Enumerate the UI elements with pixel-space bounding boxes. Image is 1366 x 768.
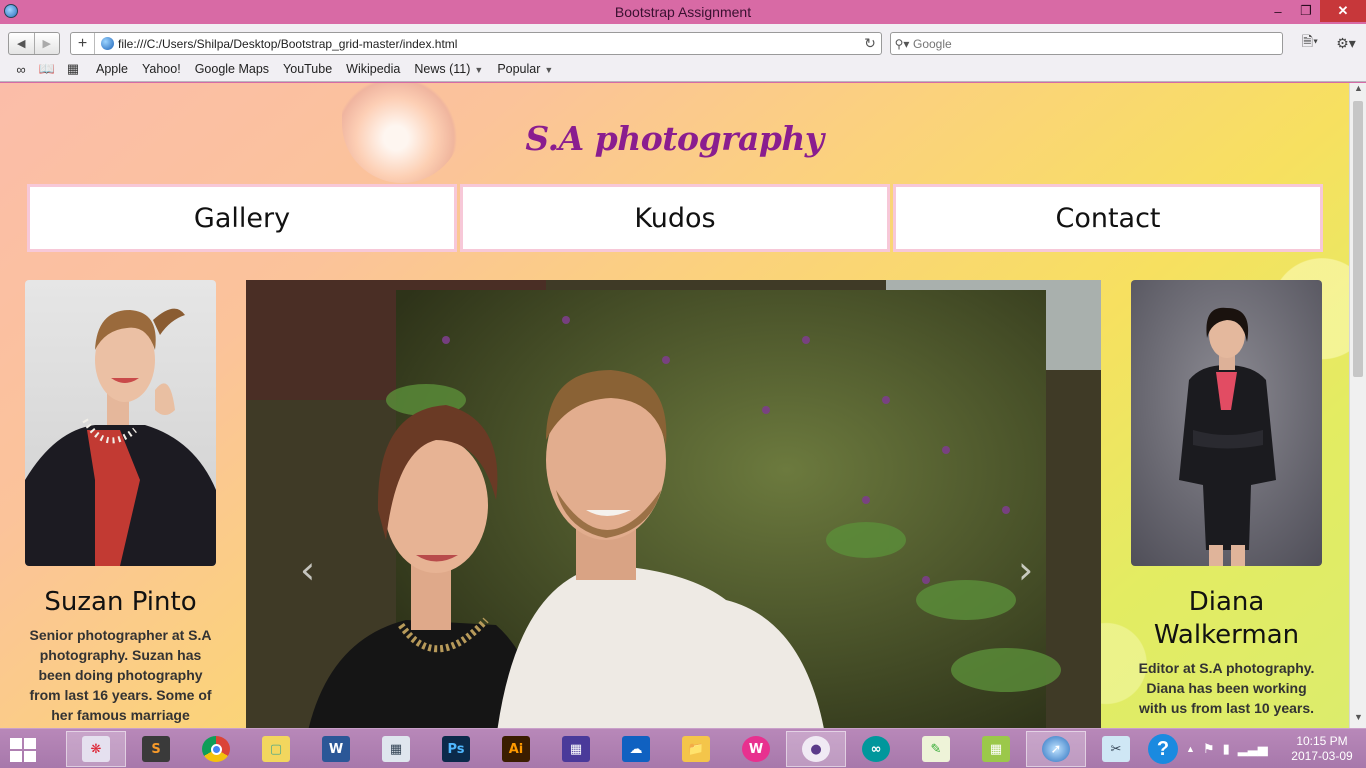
snipping-icon[interactable]: ✂ <box>1086 731 1146 767</box>
bookmark-popular-label: Popular <box>497 62 541 76</box>
bookmark-youtube[interactable]: YouTube <box>283 62 332 76</box>
clock-time: 10:15 PM <box>1296 734 1348 748</box>
minimize-icon[interactable]: – <box>1264 0 1292 22</box>
carousel-prev-icon[interactable]: ‹ <box>300 548 315 592</box>
taskbar-apps: ❋ S ▢ W ▦ Ps Ai ▦ ☁ 📁 W ● ∞ ✎ ▦ ➚ ✂ <box>66 731 1146 767</box>
close-icon[interactable]: ✕ <box>1320 0 1366 22</box>
bookmark-wikipedia[interactable]: Wikipedia <box>346 62 400 76</box>
nav-kudos[interactable]: Kudos <box>460 184 890 252</box>
address-bar[interactable]: + file:///C:/Users/Shilpa/Desktop/Bootst… <box>70 32 882 55</box>
sublime-text-icon[interactable]: S <box>126 731 186 767</box>
clock[interactable]: 10:15 PM 2017-03-09 <box>1284 734 1360 764</box>
profile-name: Diana Walkerman <box>1153 587 1300 650</box>
site-nav: Gallery Kudos Contact <box>27 184 1323 252</box>
help-icon[interactable]: ? <box>1148 734 1178 764</box>
bookmarks-book-icon[interactable]: 📖 <box>34 61 60 77</box>
carousel-next-icon[interactable]: › <box>1018 548 1033 592</box>
bookmark-google-maps[interactable]: Google Maps <box>195 62 269 76</box>
battery-icon[interactable]: ▮ <box>1223 741 1230 757</box>
notepad-icon[interactable]: ✎ <box>906 731 966 767</box>
nav-gallery[interactable]: Gallery <box>27 184 457 252</box>
chevron-down-icon: ▼ <box>544 65 554 75</box>
paint-icon[interactable]: ❋ <box>66 731 126 767</box>
chevron-down-icon: ▼ <box>474 65 484 75</box>
nav-contact[interactable]: Contact <box>893 184 1323 252</box>
page-viewport: S.A photography Gallery Kudos Contact Su… <box>0 83 1349 728</box>
github-icon[interactable]: ● <box>786 731 846 767</box>
profile-suzan: Suzan Pinto Senior photographer at S.A p… <box>25 280 216 725</box>
calculator-icon[interactable]: ▦ <box>366 731 426 767</box>
search-input[interactable] <box>913 36 1282 51</box>
reload-icon[interactable]: ↻ <box>859 35 881 52</box>
project-icon[interactable]: ▦ <box>966 731 1026 767</box>
calendar-icon[interactable]: ▦ <box>546 731 606 767</box>
arduino-icon[interactable]: ∞ <box>846 731 906 767</box>
scroll-thumb[interactable] <box>1353 101 1363 377</box>
windows-start-icon[interactable] <box>10 738 38 762</box>
bookmark-yahoo[interactable]: Yahoo! <box>142 62 181 76</box>
photo-diana <box>1131 280 1322 566</box>
history-buttons: ◀ ▶ <box>8 32 60 55</box>
search-bar[interactable]: ⚲▾ <box>890 32 1283 55</box>
profile-bio: Editor at S.A photography. Diana has bee… <box>1138 660 1315 716</box>
system-tray: ? ▲ ⚑ ▮ ▂▃▅ <box>1148 731 1268 767</box>
browser-toolbar: ◀ ▶ + file:///C:/Users/Shilpa/Desktop/Bo… <box>0 24 1366 82</box>
profile-diana: Diana Walkerman Editor at S.A photograph… <box>1131 280 1322 718</box>
top-sites-grid-icon[interactable]: ▦ <box>60 61 86 77</box>
restore-icon[interactable]: ❐ <box>1292 0 1320 22</box>
url-field[interactable]: file:///C:/Users/Shilpa/Desktop/Bootstra… <box>118 37 859 51</box>
gear-icon[interactable]: ⚙▾ <box>1332 32 1360 54</box>
safari-icon[interactable] <box>4 4 18 18</box>
bookmark-news[interactable]: News (11) ▼ <box>414 62 483 76</box>
scroll-up-icon[interactable]: ▲ <box>1350 83 1366 99</box>
bookmark-popular[interactable]: Popular ▼ <box>497 62 553 76</box>
webstorm-icon[interactable]: W <box>726 731 786 767</box>
toolbar-right: 🗎▾ ⚙▾ <box>1296 32 1360 54</box>
profile-bio: Senior photographer at S.A photography. … <box>29 627 212 723</box>
word-icon[interactable]: W <box>306 731 366 767</box>
illustrator-icon[interactable]: Ai <box>486 731 546 767</box>
back-icon[interactable]: ◀ <box>9 33 34 54</box>
bookmark-news-label: News (11) <box>414 62 471 76</box>
chevron-up-icon[interactable]: ▲ <box>1186 744 1195 754</box>
window-controls: – ❐ ✕ <box>1264 0 1366 22</box>
add-bookmark-icon[interactable]: + <box>71 33 95 54</box>
folder-icon[interactable]: 📁 <box>666 731 726 767</box>
photo-carousel[interactable]: ‹ › <box>246 280 1101 728</box>
photo-suzan <box>25 280 216 566</box>
chrome-icon[interactable] <box>186 731 246 767</box>
bookmark-apple[interactable]: Apple <box>96 62 128 76</box>
profile-name: Suzan Pinto <box>44 587 197 617</box>
forward-icon[interactable]: ▶ <box>33 33 60 54</box>
flag-icon[interactable]: ⚑ <box>1203 741 1215 757</box>
clock-date: 2017-03-09 <box>1291 749 1353 763</box>
globe-icon <box>101 37 114 50</box>
bookmarks-bar: ∞ 📖 ▦ Apple Yahoo! Google Maps YouTube W… <box>8 60 567 78</box>
reading-list-icon[interactable]: ∞ <box>8 62 34 77</box>
scroll-down-icon[interactable]: ▼ <box>1350 712 1366 728</box>
window-title-bar: Bootstrap Assignment – ❐ ✕ <box>0 0 1366 24</box>
photoshop-icon[interactable]: Ps <box>426 731 486 767</box>
vertical-scrollbar[interactable]: ▲ ▼ <box>1349 83 1366 728</box>
onedrive-icon[interactable]: ☁ <box>606 731 666 767</box>
taskbar: ❋ S ▢ W ▦ Ps Ai ▦ ☁ 📁 W ● ∞ ✎ ▦ ➚ ✂ ? ▲ … <box>0 728 1366 768</box>
window-title: Bootstrap Assignment <box>614 4 752 20</box>
signal-icon[interactable]: ▂▃▅ <box>1238 741 1268 757</box>
file-manager-icon[interactable]: ▢ <box>246 731 306 767</box>
search-icon: ⚲▾ <box>894 36 910 51</box>
page-menu-icon[interactable]: 🗎▾ <box>1296 32 1324 54</box>
site-title: S.A photography <box>525 119 824 158</box>
safari-icon[interactable]: ➚ <box>1026 731 1086 767</box>
